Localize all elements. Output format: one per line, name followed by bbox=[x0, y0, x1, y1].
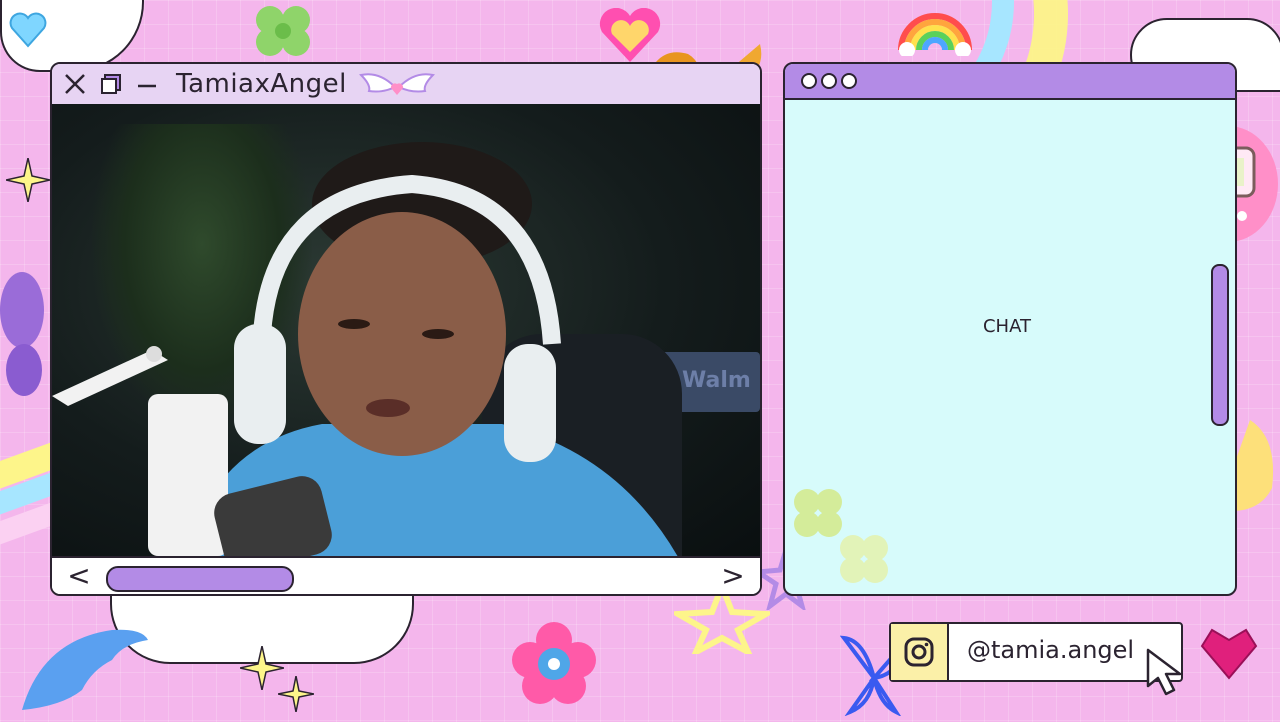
instagram-handle: @tamia.angel bbox=[967, 636, 1135, 664]
cursor-icon bbox=[1144, 648, 1188, 698]
horizontal-scrollbar[interactable]: < > bbox=[52, 556, 760, 594]
camera-window-title: TamiaxAngel bbox=[176, 69, 347, 99]
instagram-icon bbox=[891, 624, 949, 680]
window-dot-1[interactable] bbox=[801, 73, 817, 89]
chat-label: CHAT bbox=[982, 316, 1031, 337]
sparkle-icon bbox=[277, 675, 315, 713]
window-dot-3[interactable] bbox=[841, 73, 857, 89]
scroll-right-button[interactable]: > bbox=[718, 562, 748, 590]
flower-icon bbox=[508, 620, 600, 708]
instagram-card[interactable]: @tamia.angel bbox=[889, 622, 1183, 682]
window-dot-2[interactable] bbox=[821, 73, 837, 89]
scroll-thumb[interactable] bbox=[106, 566, 294, 592]
close-icon[interactable] bbox=[62, 71, 88, 97]
dolphin-icon bbox=[12, 610, 152, 718]
webcam-feed: Walm bbox=[52, 104, 760, 556]
camera-window: TamiaxAngel Walm < > bbox=[50, 62, 762, 596]
scroll-left-button[interactable]: < bbox=[64, 562, 94, 590]
angel-wings-icon bbox=[358, 69, 435, 99]
gem-heart-icon bbox=[1200, 626, 1258, 680]
microphone bbox=[148, 394, 228, 556]
chat-titlebar bbox=[785, 64, 1235, 100]
clover-icon bbox=[835, 530, 893, 590]
butterfly-icon bbox=[0, 270, 52, 400]
camera-titlebar: TamiaxAngel bbox=[52, 64, 760, 104]
maximize-icon[interactable] bbox=[98, 71, 124, 97]
minimize-icon[interactable] bbox=[134, 71, 160, 97]
rainbow-icon bbox=[895, 4, 975, 58]
sparkle-icon bbox=[5, 157, 51, 203]
clover-icon bbox=[240, 2, 326, 56]
heart-icon bbox=[8, 12, 48, 48]
chat-window: CHAT bbox=[783, 62, 1237, 596]
chat-scrollbar[interactable] bbox=[1211, 264, 1229, 426]
